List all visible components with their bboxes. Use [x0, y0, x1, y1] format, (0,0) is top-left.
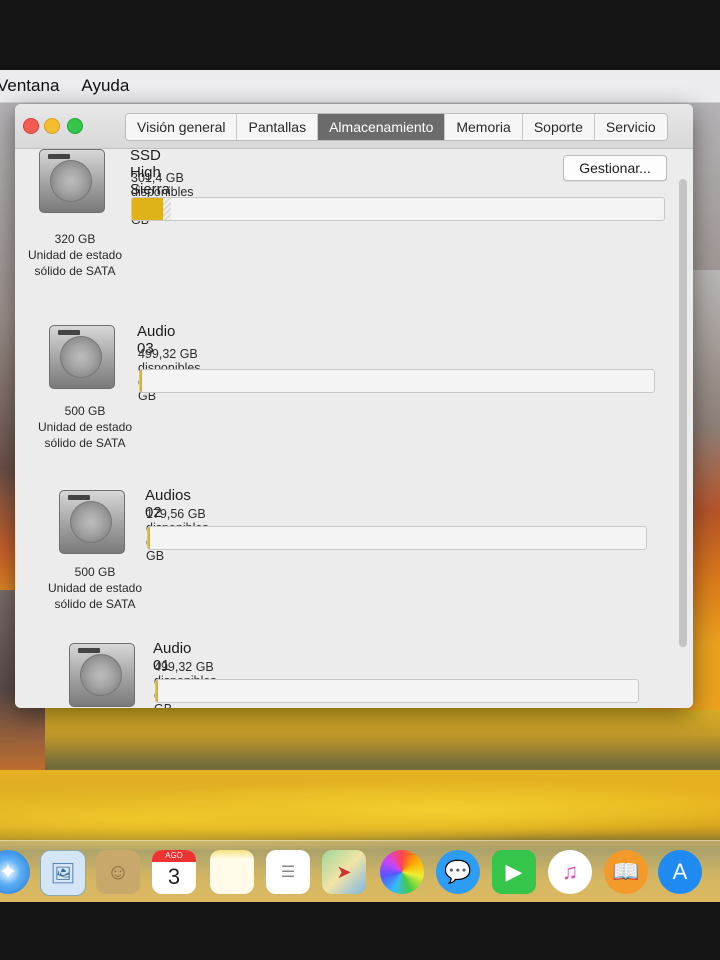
preview-icon[interactable]: 🖼: [40, 850, 86, 896]
maps-icon[interactable]: ➤: [322, 850, 366, 894]
messages-icon[interactable]: 💬: [436, 850, 480, 894]
tab-soporte[interactable]: Soporte: [523, 114, 595, 140]
calendar-icon[interactable]: AGO 3: [152, 850, 196, 894]
wallpaper-trees: [0, 770, 720, 850]
monitor-bezel: [0, 902, 720, 960]
facetime-icon[interactable]: ▶: [492, 850, 536, 894]
hard-drive-icon: [69, 643, 135, 707]
tab-almacenamiento[interactable]: Almacenamiento: [318, 114, 446, 140]
used-space-fill: [156, 680, 158, 702]
tab-bar: Visión general Pantallas Almacenamiento …: [125, 113, 668, 141]
ibooks-icon[interactable]: 📖: [604, 850, 648, 894]
storage-usage-bar: [139, 369, 655, 393]
storage-pane[interactable]: 320 GB Unidad de estado sólido de SATA S…: [15, 149, 693, 708]
other-space-stripe: [162, 198, 171, 220]
used-space-fill: [148, 527, 150, 549]
calendar-month: AGO: [152, 850, 196, 862]
hard-drive-icon: [59, 490, 125, 554]
zoom-button[interactable]: [67, 118, 83, 134]
used-space-fill: [132, 198, 163, 220]
storage-usage-bar: [147, 526, 647, 550]
menu-ayuda[interactable]: Ayuda: [81, 76, 129, 96]
tab-memoria[interactable]: Memoria: [445, 114, 523, 140]
notes-icon[interactable]: [210, 850, 254, 894]
tab-servicio[interactable]: Servicio: [595, 114, 667, 140]
storage-usage-bar: [131, 197, 665, 221]
used-space-fill: [140, 370, 143, 392]
disk-capacity-label: 320 GB Unidad de estado sólido de SATA: [27, 232, 123, 278]
minimize-button[interactable]: [44, 118, 60, 134]
disk-capacity-label: 500 GB Unidad de estado sólido de SATA: [47, 565, 143, 611]
menu-ventana[interactable]: Ventana: [0, 76, 59, 96]
menu-bar: Ventana Ayuda: [0, 70, 720, 103]
disk-capacity-label: 500 GB Unidad de estado sólido de SATA: [37, 404, 133, 450]
window-titlebar[interactable]: Visión general Pantallas Almacenamiento …: [15, 104, 693, 149]
app-store-icon[interactable]: A: [658, 850, 702, 894]
manage-button[interactable]: Gestionar...: [563, 155, 667, 181]
vertical-scrollbar[interactable]: [679, 179, 687, 647]
hard-drive-icon: [39, 149, 105, 213]
safari-icon[interactable]: ✦: [0, 850, 30, 894]
itunes-icon[interactable]: ♫: [548, 850, 592, 894]
about-this-mac-window: Visión general Pantallas Almacenamiento …: [15, 104, 693, 708]
hard-drive-icon: [49, 325, 115, 389]
photos-icon[interactable]: [380, 850, 424, 894]
tab-vision-general[interactable]: Visión general: [126, 114, 238, 140]
dock: ✦ 🖼 ☺ AGO 3 ☰ ➤ 💬 ▶ ♫ 📖 A: [0, 840, 720, 903]
calendar-day: 3: [167, 864, 181, 889]
reminders-icon[interactable]: ☰: [266, 850, 310, 894]
close-button[interactable]: [23, 118, 39, 134]
contacts-icon[interactable]: ☺: [96, 850, 140, 894]
storage-usage-bar: [155, 679, 639, 703]
tab-pantallas[interactable]: Pantallas: [237, 114, 319, 140]
